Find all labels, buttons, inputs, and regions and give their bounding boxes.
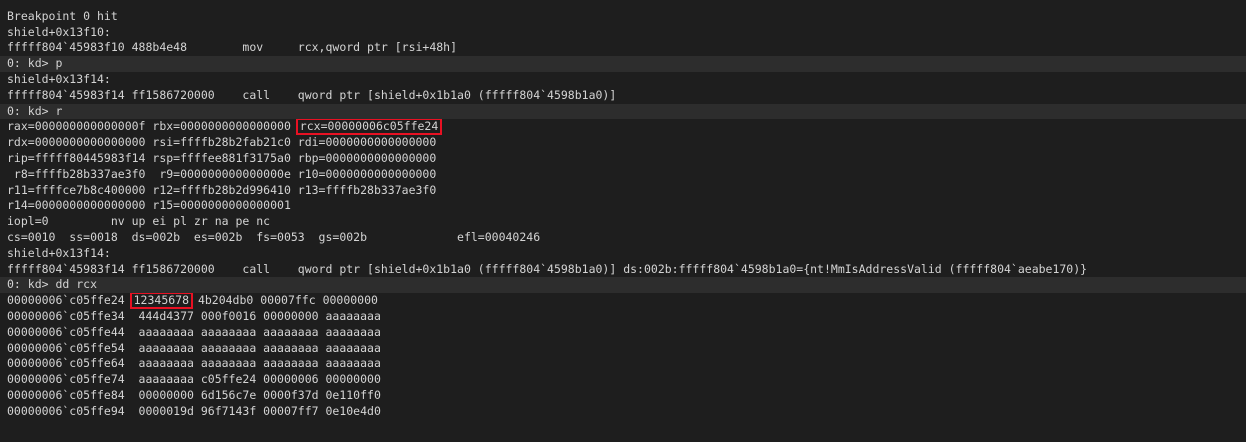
line-text: 4b204db0 00007ffc 00000000 [191, 293, 378, 308]
console-line: r8=ffffb28b337ae3f0 r9=000000000000000e … [7, 166, 437, 181]
console-line: rax=000000000000000f rbx=000000000000000… [0, 119, 1246, 136]
highlighted-value: rcx=00000006c05ffe24 [295, 119, 443, 136]
console-line: fffff804`45983f10 488b4e48 mov rcx,qword… [7, 40, 458, 55]
console-line: 00000006`c05ffe84 00000000 6d156c7e 0000… [7, 387, 381, 402]
console-line: fffff804`45983f14 ff1586720000 call qwor… [7, 261, 1088, 276]
console-line: r11=ffffce7b8c400000 r12=ffffb28b2d99641… [7, 182, 437, 197]
console-line: fffff804`45983f14 ff1586720000 call qwor… [7, 87, 617, 102]
highlighted-value: 12345678 [129, 293, 194, 309]
console-line: shield+0x13f10: [7, 24, 111, 39]
console-line: Breakpoint 0 hit [7, 8, 118, 23]
line-text: rax=000000000000000f rbx=000000000000000… [7, 119, 298, 134]
console-line: 00000006`c05ffe44 aaaaaaaa aaaaaaaa aaaa… [7, 324, 381, 339]
console-line: shield+0x13f14: [7, 245, 111, 260]
console-line: 00000006`c05ffe64 aaaaaaaa aaaaaaaa aaaa… [7, 356, 381, 371]
debugger-console: Breakpoint 0 hit shield+0x13f10: fffff804`… [0, 0, 1246, 420]
console-line: 00000006`c05ffe24 12345678 4b204db0 0000… [0, 293, 1246, 309]
console-line: cs=0010 ss=0018 ds=002b es=002b fs=0053 … [7, 229, 541, 244]
console-line: rip=fffff80445983f14 rsp=ffffee881f3175a… [7, 150, 437, 165]
console-line: r14=0000000000000000 r15=000000000000000… [7, 198, 291, 213]
console-line: 00000006`c05ffe34 444d4377 000f0016 0000… [7, 308, 381, 323]
console-line: shield+0x13f14: [7, 71, 111, 86]
command-prompt-line: 0: kd> r [0, 103, 1246, 120]
console-line: rdx=0000000000000000 rsi=ffffb28b2fab21c… [7, 135, 437, 150]
console-line: 00000006`c05ffe74 aaaaaaaa c05ffe24 0000… [7, 372, 381, 387]
console-line: 00000006`c05ffe94 0000019d 96f7143f 0000… [7, 403, 381, 418]
command-prompt-line: 0: kd> p [0, 56, 1246, 72]
console-line: iopl=0 nv up ei pl zr na pe nc [7, 214, 271, 229]
console-line: 00000006`c05ffe54 aaaaaaaa aaaaaaaa aaaa… [7, 340, 381, 355]
console-output: Breakpoint 0 hit shield+0x13f10: fffff804`… [0, 0, 1246, 420]
line-text: 00000006`c05ffe24 [7, 293, 132, 308]
command-prompt-line: 0: kd> dd rcx [0, 277, 1246, 294]
